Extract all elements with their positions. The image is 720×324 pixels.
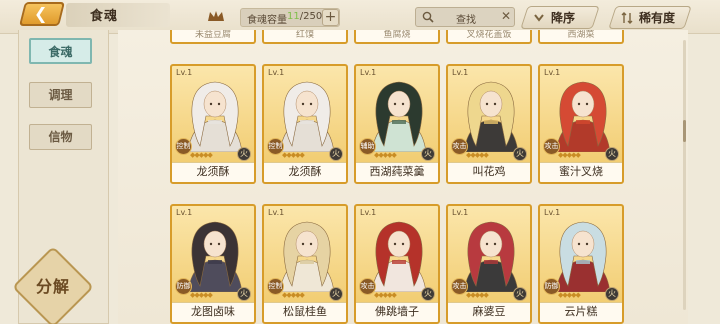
element-icon: 火 bbox=[421, 287, 435, 301]
card-name: 西湖菜 bbox=[540, 30, 622, 42]
element-icon: 火 bbox=[237, 287, 251, 301]
star-rating: ◆◆◆◆◆ bbox=[190, 291, 213, 299]
card-level: Lv.1 bbox=[360, 68, 377, 77]
capacity-current: 11 bbox=[287, 11, 300, 22]
star-rating: ◆◆◆◆◆ bbox=[190, 151, 213, 159]
card-name: 未益豆腐 bbox=[172, 30, 254, 42]
swap-icon bbox=[621, 11, 633, 24]
character-card[interactable]: Lv.1 控制 ◆◆◆◆◆ 火龙须酥 bbox=[170, 64, 256, 184]
card-name: 叫花鸡 bbox=[448, 162, 530, 182]
card-level: Lv.1 bbox=[544, 208, 561, 217]
search-input[interactable]: 查找 ✕ bbox=[415, 7, 515, 27]
top-bar: ❮ 食魂 食魂容量 11/250 + 查找 ✕ 降序 稀有度 bbox=[0, 0, 720, 34]
character-card[interactable]: Lv.1 攻击 ◆◆◆◆◆ 火叫花鸡 bbox=[446, 64, 532, 184]
card-level: Lv.1 bbox=[176, 68, 193, 77]
card-name: 蜜汁叉烧 bbox=[540, 162, 622, 182]
star-rating: ◆◆◆◆◆ bbox=[558, 291, 581, 299]
card-name: 麻婆豆 bbox=[448, 302, 530, 322]
search-icon bbox=[422, 11, 434, 23]
character-card[interactable]: Lv.1 攻击 ◆◆◆◆◆ 火佛跳墙子 bbox=[354, 204, 440, 324]
card-name: 云片糕 bbox=[540, 302, 622, 322]
character-card[interactable]: Lv.1 控制 ◆◆◆◆◆ 火龙须酥 bbox=[262, 64, 348, 184]
card-name: 龙图卤味 bbox=[172, 302, 254, 322]
star-rating: ◆◆◆◆◆ bbox=[558, 151, 581, 159]
character-card[interactable]: Lv.1 控制 ◆◆◆◆◆ 火松鼠桂鱼 bbox=[262, 204, 348, 324]
card-name: 西湖莼菜羹 bbox=[356, 162, 438, 182]
element-icon: 火 bbox=[329, 147, 343, 161]
sort-rarity-label: 稀有度 bbox=[639, 11, 676, 25]
star-rating: ◆◆◆◆◆ bbox=[374, 151, 397, 159]
decompose-label[interactable]: 分解 bbox=[26, 273, 80, 297]
element-icon: 火 bbox=[329, 287, 343, 301]
element-icon: 火 bbox=[605, 147, 619, 161]
card-level: Lv.1 bbox=[360, 208, 377, 217]
character-card[interactable]: Lv.1 防御 ◆◆◆◆◆ 火云片糕 bbox=[538, 204, 624, 324]
element-icon: 火 bbox=[237, 147, 251, 161]
capacity-count: 11/250 bbox=[287, 11, 322, 22]
character-card[interactable]: Lv.1 辅助 ◆◆◆◆◆ 火西湖莼菜羹 bbox=[354, 64, 440, 184]
sort-order-button[interactable]: 降序 bbox=[520, 6, 600, 29]
expand-capacity-button[interactable]: + bbox=[322, 9, 339, 26]
scrollbar-track[interactable] bbox=[683, 40, 686, 310]
card-name: 龙须酥 bbox=[264, 162, 346, 182]
card-level: Lv.1 bbox=[268, 68, 285, 77]
card-name: 龙须酥 bbox=[172, 162, 254, 182]
element-icon: 火 bbox=[513, 147, 527, 161]
sort-rarity-button[interactable]: 稀有度 bbox=[608, 6, 692, 29]
page-title-box: 食魂 bbox=[66, 3, 224, 27]
star-rating: ◆◆◆◆◆ bbox=[374, 291, 397, 299]
character-card[interactable]: 鱼腐烧 bbox=[354, 30, 440, 44]
search-placeholder: 查找 bbox=[456, 15, 476, 26]
chevron-down-icon bbox=[534, 13, 544, 22]
tab-cooking[interactable]: 调理 bbox=[29, 82, 92, 108]
element-icon: 火 bbox=[605, 287, 619, 301]
tab-tokens[interactable]: 信物 bbox=[29, 124, 92, 150]
card-name: 鱼腐烧 bbox=[356, 30, 438, 42]
star-rating: ◆◆◆◆◆ bbox=[466, 151, 489, 159]
back-button[interactable]: ❮ bbox=[19, 2, 65, 26]
card-name: 叉烧花盖饭 bbox=[448, 30, 530, 42]
star-rating: ◆◆◆◆◆ bbox=[282, 291, 305, 299]
star-rating: ◆◆◆◆◆ bbox=[466, 291, 489, 299]
capacity-max: /250 bbox=[299, 11, 323, 22]
character-card[interactable]: 红馍 bbox=[262, 30, 348, 44]
card-level: Lv.1 bbox=[176, 208, 193, 217]
back-arrow-icon: ❮ bbox=[34, 4, 48, 23]
card-name: 红馍 bbox=[264, 30, 346, 42]
character-card[interactable]: 叉烧花盖饭 bbox=[446, 30, 532, 44]
card-level: Lv.1 bbox=[544, 68, 561, 77]
star-rating: ◆◆◆◆◆ bbox=[282, 151, 305, 159]
capacity-label: 食魂容量 bbox=[247, 15, 287, 26]
card-name: 松鼠桂鱼 bbox=[264, 302, 346, 322]
card-level: Lv.1 bbox=[452, 68, 469, 77]
card-level: Lv.1 bbox=[268, 208, 285, 217]
element-icon: 火 bbox=[421, 147, 435, 161]
clear-search-icon[interactable]: ✕ bbox=[501, 9, 511, 23]
scrollbar-thumb[interactable] bbox=[683, 120, 686, 142]
sort-order-label: 降序 bbox=[551, 11, 576, 25]
page-title: 食魂 bbox=[90, 9, 119, 24]
tab-soul[interactable]: 食魂 bbox=[29, 38, 92, 64]
element-icon: 火 bbox=[513, 287, 527, 301]
character-card[interactable]: Lv.1 防御 ◆◆◆◆◆ 火龙图卤味 bbox=[170, 204, 256, 324]
character-card[interactable]: 未益豆腐 bbox=[170, 30, 256, 44]
crown-icon bbox=[208, 11, 224, 21]
character-card[interactable]: 西湖菜 bbox=[538, 30, 624, 44]
character-card[interactable]: Lv.1 攻击 ◆◆◆◆◆ 火蜜汁叉烧 bbox=[538, 64, 624, 184]
card-name: 佛跳墙子 bbox=[356, 302, 438, 322]
character-card[interactable]: Lv.1 攻击 ◆◆◆◆◆ 火麻婆豆 bbox=[446, 204, 532, 324]
card-level: Lv.1 bbox=[452, 208, 469, 217]
